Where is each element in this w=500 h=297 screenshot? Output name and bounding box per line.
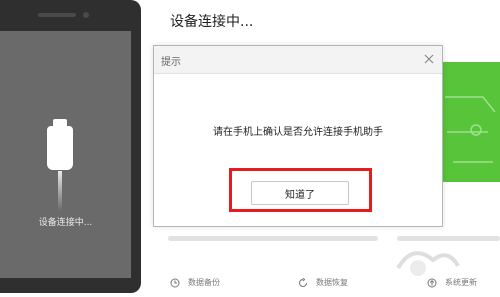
- dialog-header: 提示: [154, 46, 442, 74]
- phone-illustration: 设备连接中...: [0, 0, 141, 293]
- watermark-logo: [388, 238, 500, 293]
- feature-banner: [443, 62, 500, 182]
- backup-label: 数据备份: [188, 278, 220, 287]
- usb-cable: [58, 171, 62, 211]
- dialog-message: 请在手机上确认是否允许连接手机助手: [213, 127, 383, 138]
- banner-line-art: [445, 96, 496, 163]
- highlight-box: [229, 168, 372, 212]
- usb-connector-icon: [47, 126, 73, 170]
- clock-icon: [170, 278, 180, 288]
- phone-status-text: 设备连接中...: [38, 218, 93, 228]
- restore-button[interactable]: 数据恢复: [298, 277, 348, 288]
- restore-icon: [298, 277, 308, 288]
- phone-camera: [83, 12, 89, 18]
- restore-label: 数据恢复: [316, 278, 348, 287]
- phone-screen: 设备连接中...: [0, 31, 131, 278]
- dialog-title: 提示: [161, 57, 181, 68]
- page-title: 设备连接中...: [170, 14, 254, 30]
- close-icon[interactable]: [422, 51, 436, 65]
- progress-bar-left: [168, 236, 378, 241]
- backup-button[interactable]: 数据备份: [170, 277, 220, 288]
- phone-speaker: [38, 13, 76, 17]
